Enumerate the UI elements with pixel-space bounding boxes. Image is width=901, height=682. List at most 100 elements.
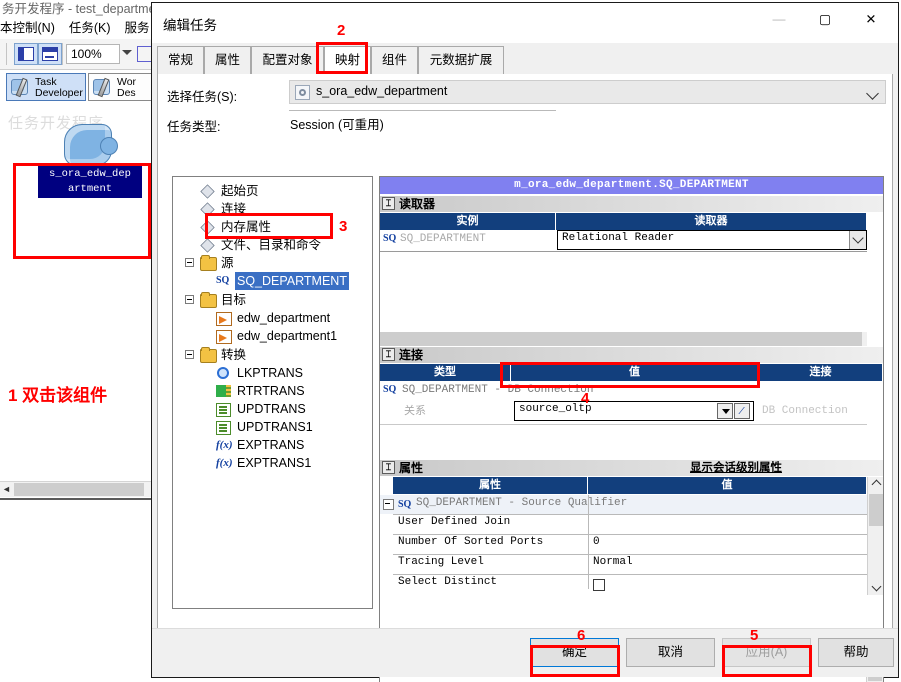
properties-scroll-thumb[interactable] [869,494,883,526]
property-value-number-of-sorted-ports[interactable]: 0 [593,536,600,548]
connection-section-header[interactable]: ⌶ 连接 [380,347,883,363]
connection-col-connection-label: 连接 [809,366,832,378]
select-task-chevron-down-icon[interactable] [866,87,879,100]
properties-col-name: 属性 [393,477,588,494]
panel-horizontal-icon [42,47,58,61]
annotation-6-number: 6 [577,627,586,644]
update-strategy-icon [216,421,231,435]
properties-section-header[interactable]: ⌶ 属性 显示会话级别属性 [380,460,883,476]
collapse-toggle-sources[interactable] [185,258,194,267]
panel-horizontal-toggle-button[interactable] [38,43,62,65]
maximize-icon: ▢ [818,11,832,27]
update-strategy-icon [216,403,231,417]
connection-edit-button[interactable]: ⁄ [734,403,750,419]
reader-type-dropdown[interactable]: Relational Reader [557,230,867,250]
diamond-icon [200,220,215,235]
collapse-toggle-targets[interactable] [185,295,194,304]
annotation-5-number: 5 [750,627,759,644]
tab-metadata-extensions-label: 元数据扩展 [429,53,493,67]
tree-group-transformations-label: 转换 [221,348,247,362]
mapping-tab-panel: 选择任务(S): s_ora_edw_department 任务类型: Sess… [157,74,893,682]
annotation-1-text: 1 双击该组件 [8,386,108,405]
mapping-details-panel: m_ora_edw_department.SQ_DEPARTMENT ⌶ 读取器… [379,176,884,676]
tab-metadata-extensions[interactable]: 元数据扩展 [418,46,504,74]
tree-item-start-page-label: 起始页 [221,184,259,198]
table-row[interactable]: Tracing Level Normal [380,554,867,573]
select-task-combo[interactable]: s_ora_edw_department [289,80,886,104]
collapse-toggle-transformations[interactable] [185,350,194,359]
apply-button[interactable]: 应用(A) [722,638,811,667]
tab-properties-label: 属性 [214,53,240,67]
properties-vertical-scrollbar[interactable] [867,477,883,595]
menu-item-tasks[interactable]: 任务(K) [69,21,111,35]
table-row[interactable]: User Defined Join [380,514,867,533]
apply-button-label: 应用(A) [745,645,788,659]
target-icon [216,330,232,344]
reader-row-reader-value: Relational Reader [562,232,675,244]
workspace-tab-task-developer[interactable]: Task Developer [6,73,86,101]
tab-components[interactable]: 组件 [371,46,418,74]
menu-item-version-control[interactable]: 本控制(N) [0,21,55,35]
maximize-button[interactable]: ▢ [802,3,848,35]
tab-mapping[interactable]: 映射 [324,46,371,74]
reader-row-divider [380,251,867,252]
session-node-label-line1: s_ora_edw_dep [49,168,131,180]
properties-scroll-up-icon[interactable] [868,477,883,493]
dialog-tabstrip: 常规 属性 配置对象 映射 组件 元数据扩展 [157,46,893,75]
workspace-tab-task-developer-line2: Developer [35,87,83,99]
zoom-chevron-down-icon[interactable] [122,50,132,55]
property-value-tracing-level[interactable]: Normal [593,556,633,568]
tab-config-object[interactable]: 配置对象 [251,46,324,74]
tab-config-object-label: 配置对象 [262,53,313,67]
tree-item-files-dirs-commands-label: 文件、目录和命令 [221,238,322,252]
properties-group-row[interactable]: SQ SQ_DEPARTMENT - Source Qualifier [380,495,867,514]
connection-collapse-icon[interactable]: ⌶ [382,348,395,361]
dialog-body: 常规 属性 配置对象 映射 组件 元数据扩展 选择任务(S): s_ora_ed… [152,43,898,682]
cancel-button[interactable]: 取消 [626,638,715,667]
annotation-3-number: 3 [339,218,348,235]
properties-collapse-icon[interactable]: ⌶ [382,461,395,474]
tab-components-label: 组件 [381,53,407,67]
minimize-button[interactable]: — [756,3,802,35]
ok-button[interactable]: 确定 [530,638,619,667]
properties-col-value: 值 [588,477,867,494]
reader-horizontal-scrollbar[interactable] [380,332,867,346]
diamond-icon [200,184,215,199]
property-value-select-distinct-checkbox[interactable] [593,579,605,591]
dialog-footer: 确定 取消 应用(A) 帮助 [152,628,898,677]
show-session-level-properties-link[interactable]: 显示会话级别属性 [690,460,782,476]
connection-dropdown-button[interactable] [717,403,733,419]
mapping-object-tree[interactable]: 起始页 连接 内存属性 文件、目录和命令 源 SQ SQ_DEPARTMENT … [172,176,373,609]
reader-dropdown-chevron-down-icon[interactable] [849,231,866,249]
reader-row-instance: SQ_DEPARTMENT [400,233,486,245]
close-icon: ✕ [865,11,877,27]
tree-item-lkptrans-label: LKPTRANS [237,366,303,380]
tab-general[interactable]: 常规 [157,46,204,74]
mapping-instance-header: m_ora_edw_department.SQ_DEPARTMENT [380,177,883,194]
table-row[interactable]: Select Distinct [380,574,867,593]
workspace-tab-workflow-designer[interactable]: Wor Des [88,73,156,101]
expression-icon: f(x) [216,457,233,469]
canvas-hscroll-thumb[interactable] [14,483,144,496]
reader-collapse-icon[interactable]: ⌶ [382,197,395,210]
zoom-level-combo[interactable]: 100% [66,44,120,64]
diamond-icon [200,202,215,217]
reader-section-header[interactable]: ⌶ 读取器 [380,196,883,212]
reader-hscroll-thumb[interactable] [380,332,862,346]
tab-mapping-label: 映射 [334,53,360,67]
connection-value-field[interactable]: source_oltp ⁄ [514,401,754,421]
panel-vertical-icon [18,47,34,61]
help-button[interactable]: 帮助 [818,638,894,667]
tree-item-updtrans1-label: UPDTRANS1 [237,420,313,434]
tree-item-edw-department1-label: edw_department1 [237,329,338,343]
tab-properties[interactable]: 属性 [204,46,251,74]
menu-item-services[interactable]: 服务 [125,21,150,35]
properties-collapse-toggle[interactable] [383,499,394,510]
scroll-left-arrow-icon[interactable]: ◄ [2,485,11,494]
session-node-label-line2: artment [67,183,113,195]
table-row[interactable]: Number Of Sorted Ports 0 [380,534,867,553]
properties-scroll-down-icon[interactable] [868,579,883,595]
session-node[interactable]: s_ora_edw_dep artment [38,124,142,202]
close-button[interactable]: ✕ [848,3,894,35]
panel-vertical-toggle-button[interactable] [14,43,38,65]
